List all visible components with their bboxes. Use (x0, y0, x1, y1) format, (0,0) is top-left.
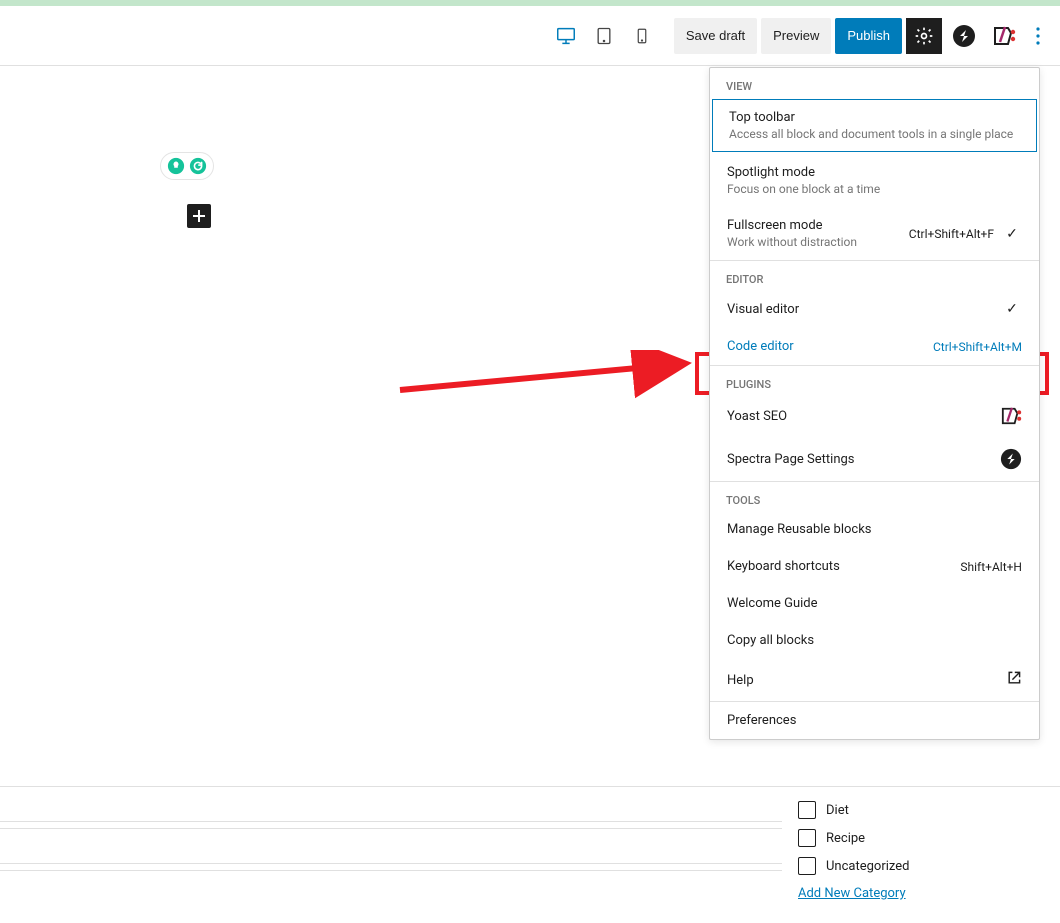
yoast-toolbar-button[interactable] (986, 18, 1022, 54)
external-link-icon (1006, 670, 1022, 690)
tablet-icon (594, 26, 614, 46)
categories-panel: Diet Recipe Uncategorized Add New Catego… (782, 788, 1060, 917)
menu-item-label: Copy all blocks (727, 633, 814, 648)
preview-button[interactable]: Preview (761, 18, 831, 54)
menu-reusable-blocks[interactable]: Manage Reusable blocks (710, 511, 1039, 548)
spectra-icon (1000, 448, 1022, 470)
desktop-preview-button[interactable] (548, 18, 584, 54)
menu-spectra[interactable]: Spectra Page Settings (710, 437, 1039, 481)
add-block-button[interactable] (187, 204, 211, 228)
checkbox[interactable] (798, 857, 816, 875)
plus-icon (191, 208, 207, 224)
menu-item-label: Welcome Guide (727, 596, 818, 611)
menu-item-label: Preferences (727, 713, 796, 728)
menu-fullscreen[interactable]: Fullscreen mode Work without distraction… (710, 207, 1039, 260)
menu-copy-all-blocks[interactable]: Copy all blocks (710, 622, 1039, 659)
menu-item-label: Spotlight mode (727, 165, 880, 180)
add-new-category-link[interactable]: Add New Category (798, 886, 906, 901)
menu-item-desc: Access all block and document tools in a… (729, 127, 1013, 141)
menu-item-label: Manage Reusable blocks (727, 522, 872, 537)
yoast-icon (992, 25, 1016, 47)
menu-item-desc: Work without distraction (727, 235, 857, 249)
section-tools-header: TOOLS (710, 482, 1039, 511)
category-row-uncategorized[interactable]: Uncategorized (798, 852, 1044, 880)
editor-toolbar: Save draft Preview Publish (0, 6, 1060, 66)
menu-item-shortcut: Ctrl+Shift+Alt+M (933, 340, 1022, 354)
menu-code-editor[interactable]: Code editor Ctrl+Shift+Alt+M (710, 328, 1039, 365)
menu-item-desc: Focus on one block at a time (727, 182, 880, 196)
canvas-helper-icons (160, 152, 214, 180)
spectra-icon (952, 24, 976, 48)
settings-button[interactable] (906, 18, 942, 54)
menu-item-label: Top toolbar (729, 110, 1013, 125)
category-label: Diet (826, 803, 849, 818)
more-vertical-icon (1036, 27, 1040, 45)
helper-bulb-icon[interactable] (165, 155, 187, 177)
menu-item-label: Spectra Page Settings (727, 452, 855, 467)
section-view-header: VIEW (710, 68, 1039, 97)
check-icon: ✓ (1002, 301, 1022, 317)
menu-visual-editor[interactable]: Visual editor ✓ (710, 290, 1039, 328)
menu-yoast[interactable]: Yoast SEO (710, 395, 1039, 437)
checkbox[interactable] (798, 829, 816, 847)
options-dropdown: VIEW Top toolbar Access all block and do… (709, 67, 1040, 740)
menu-keyboard-shortcuts[interactable]: Keyboard shortcuts Shift+Alt+H (710, 548, 1039, 585)
menu-spotlight[interactable]: Spotlight mode Focus on one block at a t… (710, 154, 1039, 207)
device-preview-group (548, 18, 660, 54)
checkbox[interactable] (798, 801, 816, 819)
tablet-preview-button[interactable] (586, 18, 622, 54)
section-editor-header: EDITOR (710, 261, 1039, 290)
menu-help[interactable]: Help (710, 659, 1039, 701)
category-row-recipe[interactable]: Recipe (798, 824, 1044, 852)
menu-item-label: Fullscreen mode (727, 218, 857, 233)
menu-item-label: Yoast SEO (727, 409, 787, 424)
category-label: Uncategorized (826, 859, 909, 874)
section-plugins-header: PLUGINS (710, 366, 1039, 395)
save-draft-button[interactable]: Save draft (674, 18, 757, 54)
desktop-icon (555, 25, 577, 47)
menu-item-label: Help (727, 673, 754, 688)
yoast-icon (1000, 406, 1022, 426)
mobile-icon (633, 27, 651, 45)
menu-item-label: Visual editor (727, 302, 799, 317)
mobile-preview-button[interactable] (624, 18, 660, 54)
menu-item-label: Code editor (727, 339, 794, 354)
menu-top-toolbar[interactable]: Top toolbar Access all block and documen… (712, 99, 1037, 152)
gear-icon (914, 26, 934, 46)
menu-preferences[interactable]: Preferences (710, 702, 1039, 739)
grammarly-icon[interactable] (187, 155, 209, 177)
check-icon: ✓ (1002, 226, 1022, 242)
more-options-button[interactable] (1026, 18, 1050, 54)
category-label: Recipe (826, 831, 865, 846)
menu-item-label: Keyboard shortcuts (727, 559, 840, 574)
publish-button[interactable]: Publish (835, 18, 902, 54)
category-row-diet[interactable]: Diet (798, 796, 1044, 824)
spectra-toolbar-button[interactable] (946, 18, 982, 54)
menu-item-shortcut: Ctrl+Shift+Alt+F (909, 227, 994, 241)
menu-welcome-guide[interactable]: Welcome Guide (710, 585, 1039, 622)
menu-item-shortcut: Shift+Alt+H (960, 560, 1022, 574)
